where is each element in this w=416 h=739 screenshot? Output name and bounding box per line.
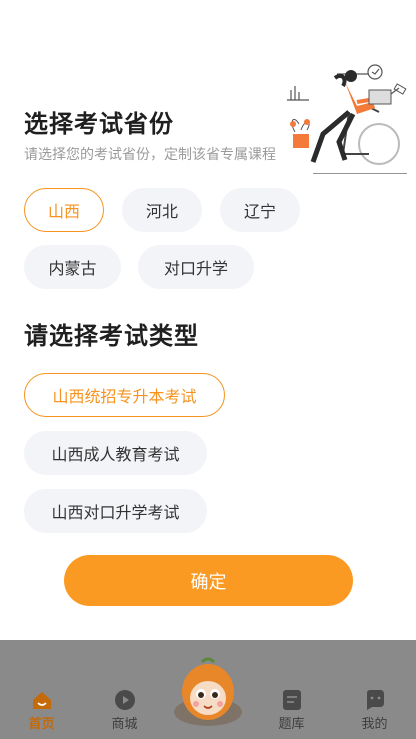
province-section-title: 选择考试省份 bbox=[24, 110, 174, 138]
play-bag-icon bbox=[114, 690, 135, 710]
province-chip-shanxi[interactable]: 山西 bbox=[24, 188, 104, 232]
province-section-subtitle: 请选择您的考试省份，定制该省专属课程 bbox=[24, 147, 276, 163]
tab-question-bank[interactable]: 题库 bbox=[250, 681, 333, 739]
tab-question-bank-label: 题库 bbox=[278, 717, 305, 732]
tab-mine-label: 我的 bbox=[361, 717, 388, 732]
exam-type-chip-duikou[interactable]: 山西对口升学考试 bbox=[24, 489, 207, 533]
tab-mall-label: 商城 bbox=[111, 717, 138, 732]
tab-mall[interactable]: 商城 bbox=[83, 681, 166, 739]
exam-selection-sheet: 选择考试省份 请选择您的考试省份，定制该省专属课程 山西 河北 辽宁 内蒙古 对… bbox=[0, 0, 416, 640]
tab-mine[interactable]: 我的 bbox=[333, 681, 416, 739]
orange-mascot-icon[interactable] bbox=[172, 654, 244, 726]
chat-face-icon bbox=[366, 690, 384, 710]
book-icon bbox=[282, 690, 301, 710]
home-icon bbox=[32, 692, 51, 709]
province-chip-hebei[interactable]: 河北 bbox=[122, 188, 202, 232]
study-illustration bbox=[287, 64, 407, 174]
confirm-button[interactable]: 确定 bbox=[64, 555, 353, 606]
exam-type-chip-tongzhao[interactable]: 山西统招专升本考试 bbox=[24, 373, 225, 417]
tab-home[interactable]: 首页 bbox=[0, 681, 83, 739]
exam-type-section-title: 请选择考试类型 bbox=[24, 322, 199, 350]
tab-home-label: 首页 bbox=[28, 717, 55, 732]
province-chip-liaoning[interactable]: 辽宁 bbox=[220, 188, 300, 232]
province-chip-neimenggu[interactable]: 内蒙古 bbox=[24, 245, 121, 289]
exam-type-chip-chengren[interactable]: 山西成人教育考试 bbox=[24, 431, 207, 475]
province-chip-duikou[interactable]: 对口升学 bbox=[138, 245, 254, 289]
